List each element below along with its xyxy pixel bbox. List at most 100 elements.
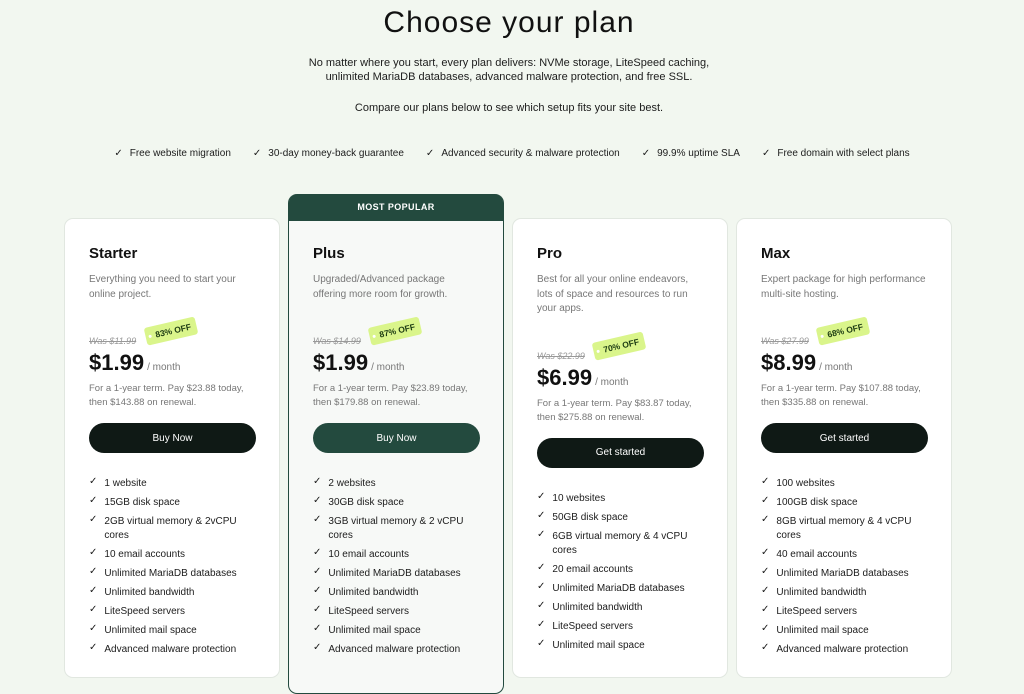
list-item: ✓ Advanced malware protection [89, 643, 255, 657]
list-item-label: Unlimited bandwidth [328, 587, 419, 598]
plan-feature-list: ✓ 100 websites ✓ 100GB disk space ✓ 8GB vir… [761, 477, 927, 657]
list-item: ✓ Advanced malware protection [313, 643, 479, 657]
price-block: Was $11.99 83% OFF $1.99 / month [89, 316, 255, 376]
check-icon: ✓ [89, 514, 98, 525]
list-item: ✓ 10 email accounts [313, 548, 479, 562]
feature-label: Advanced security & malware protection [441, 148, 620, 159]
check-icon: ✓ [114, 147, 123, 159]
list-item-label: 20 email accounts [552, 563, 633, 575]
list-item: ✓ LiteSpeed servers [537, 618, 703, 634]
list-item: ✓ LiteSpeed servers [313, 605, 479, 619]
check-icon: ✓ [89, 566, 98, 577]
list-item: ✓ Unlimited MariaDB databases [537, 580, 703, 596]
plan-description: Best for all your online endeavors, lots… [537, 274, 689, 314]
get-started-button[interactable]: Get started [537, 437, 704, 468]
check-icon: ✓ [761, 585, 770, 596]
list-item-label: Unlimited MariaDB databases [328, 568, 461, 579]
price-period: / month [371, 362, 405, 373]
check-icon: ✓ [313, 642, 322, 653]
plan-feature-list: ✓ 10 websites ✓ 50GB disk space ✓ 6GB virtu… [537, 490, 703, 653]
list-item: ✓ Unlimited mail space [313, 624, 479, 638]
list-item: ✓ 30GB disk space [313, 496, 479, 510]
list-item: ✓ 100 websites [761, 477, 927, 491]
check-icon: ✓ [537, 599, 546, 611]
list-item-label: 6GB virtual memory & 4 vCPU cores [552, 530, 688, 556]
plan-name: Starter [89, 245, 138, 262]
check-icon: ✓ [313, 547, 322, 558]
list-item-label: LiteSpeed servers [552, 620, 633, 632]
plan-name: Pro [537, 245, 563, 262]
list-item-label: Unlimited mail space [328, 625, 421, 636]
check-icon: ✓ [537, 561, 546, 573]
list-item-label: Advanced malware protection [104, 644, 237, 655]
list-item: ✓ Unlimited bandwidth [761, 586, 927, 600]
list-item-label: 100 websites [776, 478, 835, 489]
feature-item: ✓ 30-day money-back guarantee [253, 148, 404, 159]
term-text: For a 1-year term. Pay $107.88 today, th… [761, 382, 927, 410]
feature-label: 30-day money-back guarantee [268, 148, 404, 159]
term-text: For a 1-year term. Pay $23.88 today, the… [89, 382, 255, 410]
check-icon: ✓ [761, 514, 770, 525]
list-item-label: 15GB disk space [104, 497, 180, 508]
list-item-label: 30GB disk space [328, 497, 404, 508]
plan-name: Max [761, 245, 791, 262]
list-item-label: Unlimited bandwidth [776, 587, 867, 598]
get-started-button[interactable]: Get started [761, 423, 928, 453]
list-item: ✓ Unlimited bandwidth [537, 599, 703, 615]
plan-card-max: Max Expert package for high performance … [736, 218, 952, 678]
list-item-label: LiteSpeed servers [776, 606, 857, 617]
check-icon: ✓ [761, 547, 770, 558]
most-popular-badge: MOST POPULAR [289, 194, 503, 221]
list-item-label: Unlimited bandwidth [104, 587, 195, 598]
list-item-label: Unlimited MariaDB databases [552, 582, 685, 594]
check-icon: ✓ [89, 547, 98, 558]
check-icon: ✓ [761, 495, 770, 506]
buy-now-button[interactable]: Buy Now [89, 423, 256, 453]
check-icon: ✓ [313, 623, 322, 634]
plan-feature-list: ✓ 2 websites ✓ 30GB disk space ✓ 3GB virtua… [313, 477, 479, 657]
check-icon: ✓ [89, 476, 98, 487]
check-icon: ✓ [761, 642, 770, 653]
list-item-label: 2GB virtual memory & 2vCPU cores [104, 516, 237, 541]
list-item: ✓ 100GB disk space [761, 496, 927, 510]
list-item: ✓ 10 email accounts [89, 548, 255, 562]
list-item-label: Unlimited bandwidth [552, 601, 643, 613]
check-icon: ✓ [761, 623, 770, 634]
list-item: ✓ Unlimited mail space [761, 624, 927, 638]
list-item: ✓ Unlimited mail space [537, 637, 703, 653]
list-item-label: Unlimited MariaDB databases [104, 568, 237, 579]
list-item: ✓ LiteSpeed servers [761, 605, 927, 619]
list-item: ✓ 8GB virtual memory & 4 vCPU cores [761, 515, 927, 543]
feature-item: ✓ Free domain with select plans [762, 148, 910, 159]
price: $6.99 [537, 364, 593, 390]
list-item: ✓ 20 email accounts [537, 561, 703, 577]
list-item: ✓ Unlimited MariaDB databases [89, 567, 255, 581]
check-icon: ✓ [537, 580, 546, 592]
check-icon: ✓ [89, 495, 98, 506]
check-icon: ✓ [537, 637, 546, 649]
list-item-label: 1 website [104, 478, 147, 489]
term-line-1: For a 1-year term. Pay $23.88 today, [89, 383, 244, 394]
list-item: ✓ 40 email accounts [761, 548, 927, 562]
plan-name: Plus [313, 245, 345, 262]
feature-label: Free website migration [129, 148, 231, 159]
plan-card-starter: Starter Everything you need to start you… [64, 218, 280, 678]
list-item-label: Advanced malware protection [776, 644, 909, 655]
check-icon: ✓ [761, 147, 771, 159]
plan-feature-list: ✓ 1 website ✓ 15GB disk space ✓ 2GB virtual… [89, 477, 255, 657]
plan-card-pro: Pro Best for all your online endeavors, … [512, 218, 728, 678]
feature-item: ✓ 99.9% uptime SLA [642, 148, 740, 159]
list-item: ✓ 6GB virtual memory & 4 vCPU cores [537, 529, 703, 558]
price-row: $6.99 / month [537, 365, 703, 391]
list-item: ✓ Unlimited MariaDB databases [313, 567, 479, 581]
check-icon: ✓ [537, 618, 546, 630]
check-icon: ✓ [313, 604, 322, 615]
feature-label: Free domain with select plans [777, 148, 910, 159]
check-icon: ✓ [89, 604, 98, 615]
price: $1.99 [89, 350, 145, 375]
buy-now-button[interactable]: Buy Now [313, 423, 480, 453]
check-icon: ✓ [537, 490, 546, 502]
compare-text: Compare our plans below to see which set… [354, 102, 664, 114]
list-item-label: Unlimited mail space [776, 625, 869, 636]
list-item-label: 3GB virtual memory & 2 vCPU cores [328, 516, 464, 541]
